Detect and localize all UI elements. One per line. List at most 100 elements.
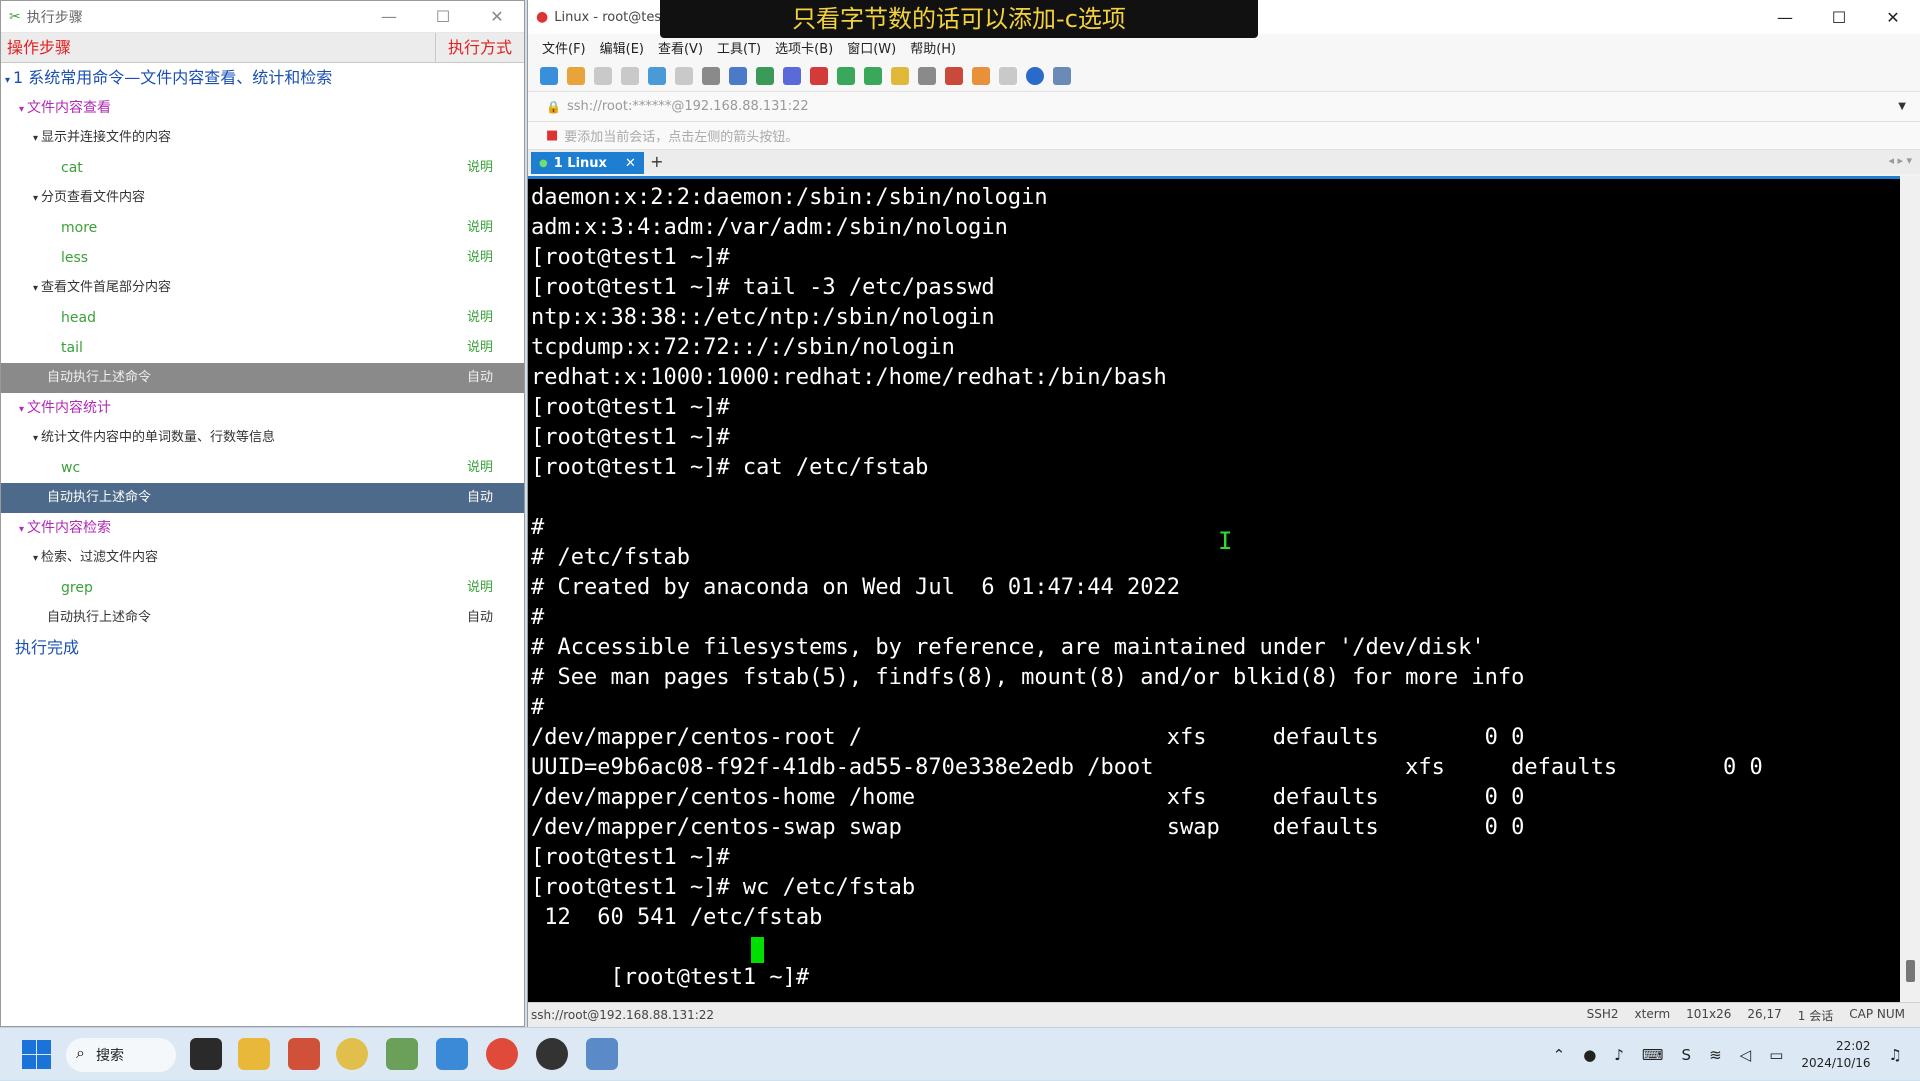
collapse-icon[interactable]: ▾ xyxy=(33,283,38,294)
minimize-button[interactable]: — xyxy=(362,7,416,26)
collapse-icon[interactable]: ▾ xyxy=(33,553,38,564)
close-button[interactable]: ✕ xyxy=(1866,8,1920,27)
open-folder-icon[interactable] xyxy=(567,66,585,85)
explain-link[interactable]: 说明 xyxy=(467,213,493,243)
xshell-taskbar-icon[interactable] xyxy=(486,1038,518,1070)
microphone-icon[interactable]: ♪ xyxy=(1614,1046,1624,1064)
remote-desktop-icon[interactable] xyxy=(436,1038,468,1070)
tree-item-subgroup[interactable]: ▾ 分页查看文件内容 xyxy=(1,183,524,213)
reconnect-icon[interactable] xyxy=(648,66,666,85)
compose-icon[interactable] xyxy=(972,66,990,85)
keyboard-icon[interactable]: ⌨ xyxy=(1642,1046,1664,1064)
lock-icon[interactable] xyxy=(891,66,909,85)
tree-item-finished[interactable]: 执行完成 xyxy=(1,633,524,663)
tree-item-command[interactable]: less 说明 xyxy=(1,243,524,273)
connect-icon[interactable] xyxy=(594,66,612,85)
menu-tabs[interactable]: 选项卡(B) xyxy=(775,38,833,57)
wifi-icon[interactable]: ≋ xyxy=(1709,1046,1722,1064)
tree-item-group[interactable]: ▾ 文件内容统计 xyxy=(1,393,524,423)
close-button[interactable]: ✕ xyxy=(470,7,524,26)
address-text[interactable]: ssh://root:******@192.168.88.131:22 xyxy=(567,99,809,114)
terminal-scrollbar[interactable] xyxy=(1900,176,1920,1002)
explain-link[interactable]: 说明 xyxy=(467,333,493,363)
notification-bell-icon[interactable]: ♫ xyxy=(1889,1046,1902,1064)
auto-link[interactable]: 自动 xyxy=(467,603,493,633)
auto-link[interactable]: 自动 xyxy=(467,363,493,393)
tree-item-auto-run-selected[interactable]: 自动执行上述命令 自动 xyxy=(1,483,524,513)
collapse-icon[interactable]: ▾ xyxy=(33,133,38,144)
find-icon[interactable] xyxy=(702,66,720,85)
editor-app-icon[interactable] xyxy=(386,1038,418,1070)
tree-item-subgroup[interactable]: ▾ 统计文件内容中的单词数量、行数等信息 xyxy=(1,423,524,453)
volume-icon[interactable]: ◁ xyxy=(1740,1046,1752,1064)
chevron-up-icon[interactable]: ⌃ xyxy=(1553,1046,1566,1064)
collapse-icon[interactable]: ▾ xyxy=(33,433,38,444)
minimize-button[interactable]: — xyxy=(1758,8,1812,27)
globe-icon[interactable] xyxy=(756,66,774,85)
tree-item-subgroup[interactable]: ▾ 检索、过滤文件内容 xyxy=(1,543,524,573)
taskbar-search[interactable]: ⌕ 搜索 xyxy=(66,1038,176,1072)
tree-item-group[interactable]: ▾ 文件内容查看 xyxy=(1,93,524,123)
keyboard-icon[interactable] xyxy=(918,66,936,85)
tree-item-subgroup[interactable]: ▾ 查看文件首尾部分内容 xyxy=(1,273,524,303)
tree-item-root[interactable]: ▾ 1 系统常用命令—文件内容查看、统计和检索 xyxy=(1,63,524,93)
help-icon[interactable] xyxy=(1026,66,1044,85)
highlight-icon[interactable] xyxy=(945,66,963,85)
menu-file[interactable]: 文件(F) xyxy=(542,38,586,57)
auto-link[interactable]: 自动 xyxy=(467,483,493,513)
disconnect-icon[interactable] xyxy=(621,66,639,85)
explain-link[interactable]: 说明 xyxy=(467,243,493,273)
chevron-down-icon[interactable]: ▼ xyxy=(1898,101,1906,112)
tree-item-command[interactable]: grep 说明 xyxy=(1,573,524,603)
new-tab-button[interactable]: + xyxy=(648,152,666,174)
menu-help[interactable]: 帮助(H) xyxy=(910,38,956,57)
font-icon[interactable] xyxy=(783,66,801,85)
maximize-button[interactable]: ☐ xyxy=(416,7,470,26)
menu-window[interactable]: 窗口(W) xyxy=(847,38,896,57)
obs-app-icon[interactable] xyxy=(536,1038,568,1070)
clock[interactable]: 22:02 2024/10/16 xyxy=(1801,1038,1870,1072)
header-mode[interactable]: 执行方式 xyxy=(436,33,524,62)
collapse-icon[interactable]: ▾ xyxy=(19,524,24,535)
menu-edit[interactable]: 编辑(E) xyxy=(600,38,644,57)
explain-link[interactable]: 说明 xyxy=(467,453,493,483)
menu-view[interactable]: 查看(V) xyxy=(658,38,703,57)
collapse-icon[interactable]: ▾ xyxy=(33,193,38,204)
tree-item-group[interactable]: ▾ 文件内容检索 xyxy=(1,513,524,543)
tree-item-command[interactable]: tail 说明 xyxy=(1,333,524,363)
tab-nav-arrows-icon[interactable]: ◂ ▸ ▾ xyxy=(1888,154,1912,167)
maximize-button[interactable]: ☐ xyxy=(1812,8,1866,27)
chrome-icon[interactable] xyxy=(336,1038,368,1070)
scrollbar-thumb[interactable] xyxy=(1906,960,1915,982)
new-session-icon[interactable] xyxy=(540,66,558,85)
file-explorer-icon[interactable] xyxy=(238,1038,270,1070)
qq-icon[interactable]: ● xyxy=(1583,1046,1596,1064)
tree-item-command[interactable]: cat 说明 xyxy=(1,153,524,183)
tree-item-command[interactable]: wc 说明 xyxy=(1,453,524,483)
collapse-icon[interactable]: ▾ xyxy=(19,404,24,415)
tree-item-auto-run[interactable]: 自动执行上述命令 自动 xyxy=(1,603,524,633)
terminal-screen[interactable]: daemon:x:2:2:daemon:/sbin:/sbin/nologin … xyxy=(528,176,1900,1002)
terminal-app-icon[interactable] xyxy=(586,1038,618,1070)
explain-link[interactable]: 说明 xyxy=(467,153,493,183)
xmind-app-icon[interactable] xyxy=(288,1038,320,1070)
tab-close-icon[interactable]: ✕ xyxy=(625,156,636,171)
tree-item-subgroup[interactable]: ▾ 显示并连接文件的内容 xyxy=(1,123,524,153)
address-bar[interactable]: 🔒 ssh://root:******@192.168.88.131:22 ▼ xyxy=(528,92,1920,122)
print-icon[interactable] xyxy=(729,66,747,85)
notes-app-icon[interactable] xyxy=(190,1038,222,1070)
tree-item-command[interactable]: more 说明 xyxy=(1,213,524,243)
menu-tools[interactable]: 工具(T) xyxy=(717,38,761,57)
collapse-icon[interactable]: ▾ xyxy=(5,75,10,86)
script-icon[interactable] xyxy=(837,66,855,85)
windows-start-icon[interactable] xyxy=(20,1038,52,1070)
chat-icon[interactable] xyxy=(1053,66,1071,85)
header-steps[interactable]: 操作步骤 xyxy=(1,33,436,62)
fullscreen-icon[interactable] xyxy=(864,66,882,85)
explain-link[interactable]: 说明 xyxy=(467,303,493,333)
tree-item-command[interactable]: head 说明 xyxy=(1,303,524,333)
battery-icon[interactable]: ▭ xyxy=(1769,1046,1783,1064)
explain-link[interactable]: 说明 xyxy=(467,573,493,603)
copy-icon[interactable] xyxy=(675,66,693,85)
layout-icon[interactable] xyxy=(999,66,1017,85)
